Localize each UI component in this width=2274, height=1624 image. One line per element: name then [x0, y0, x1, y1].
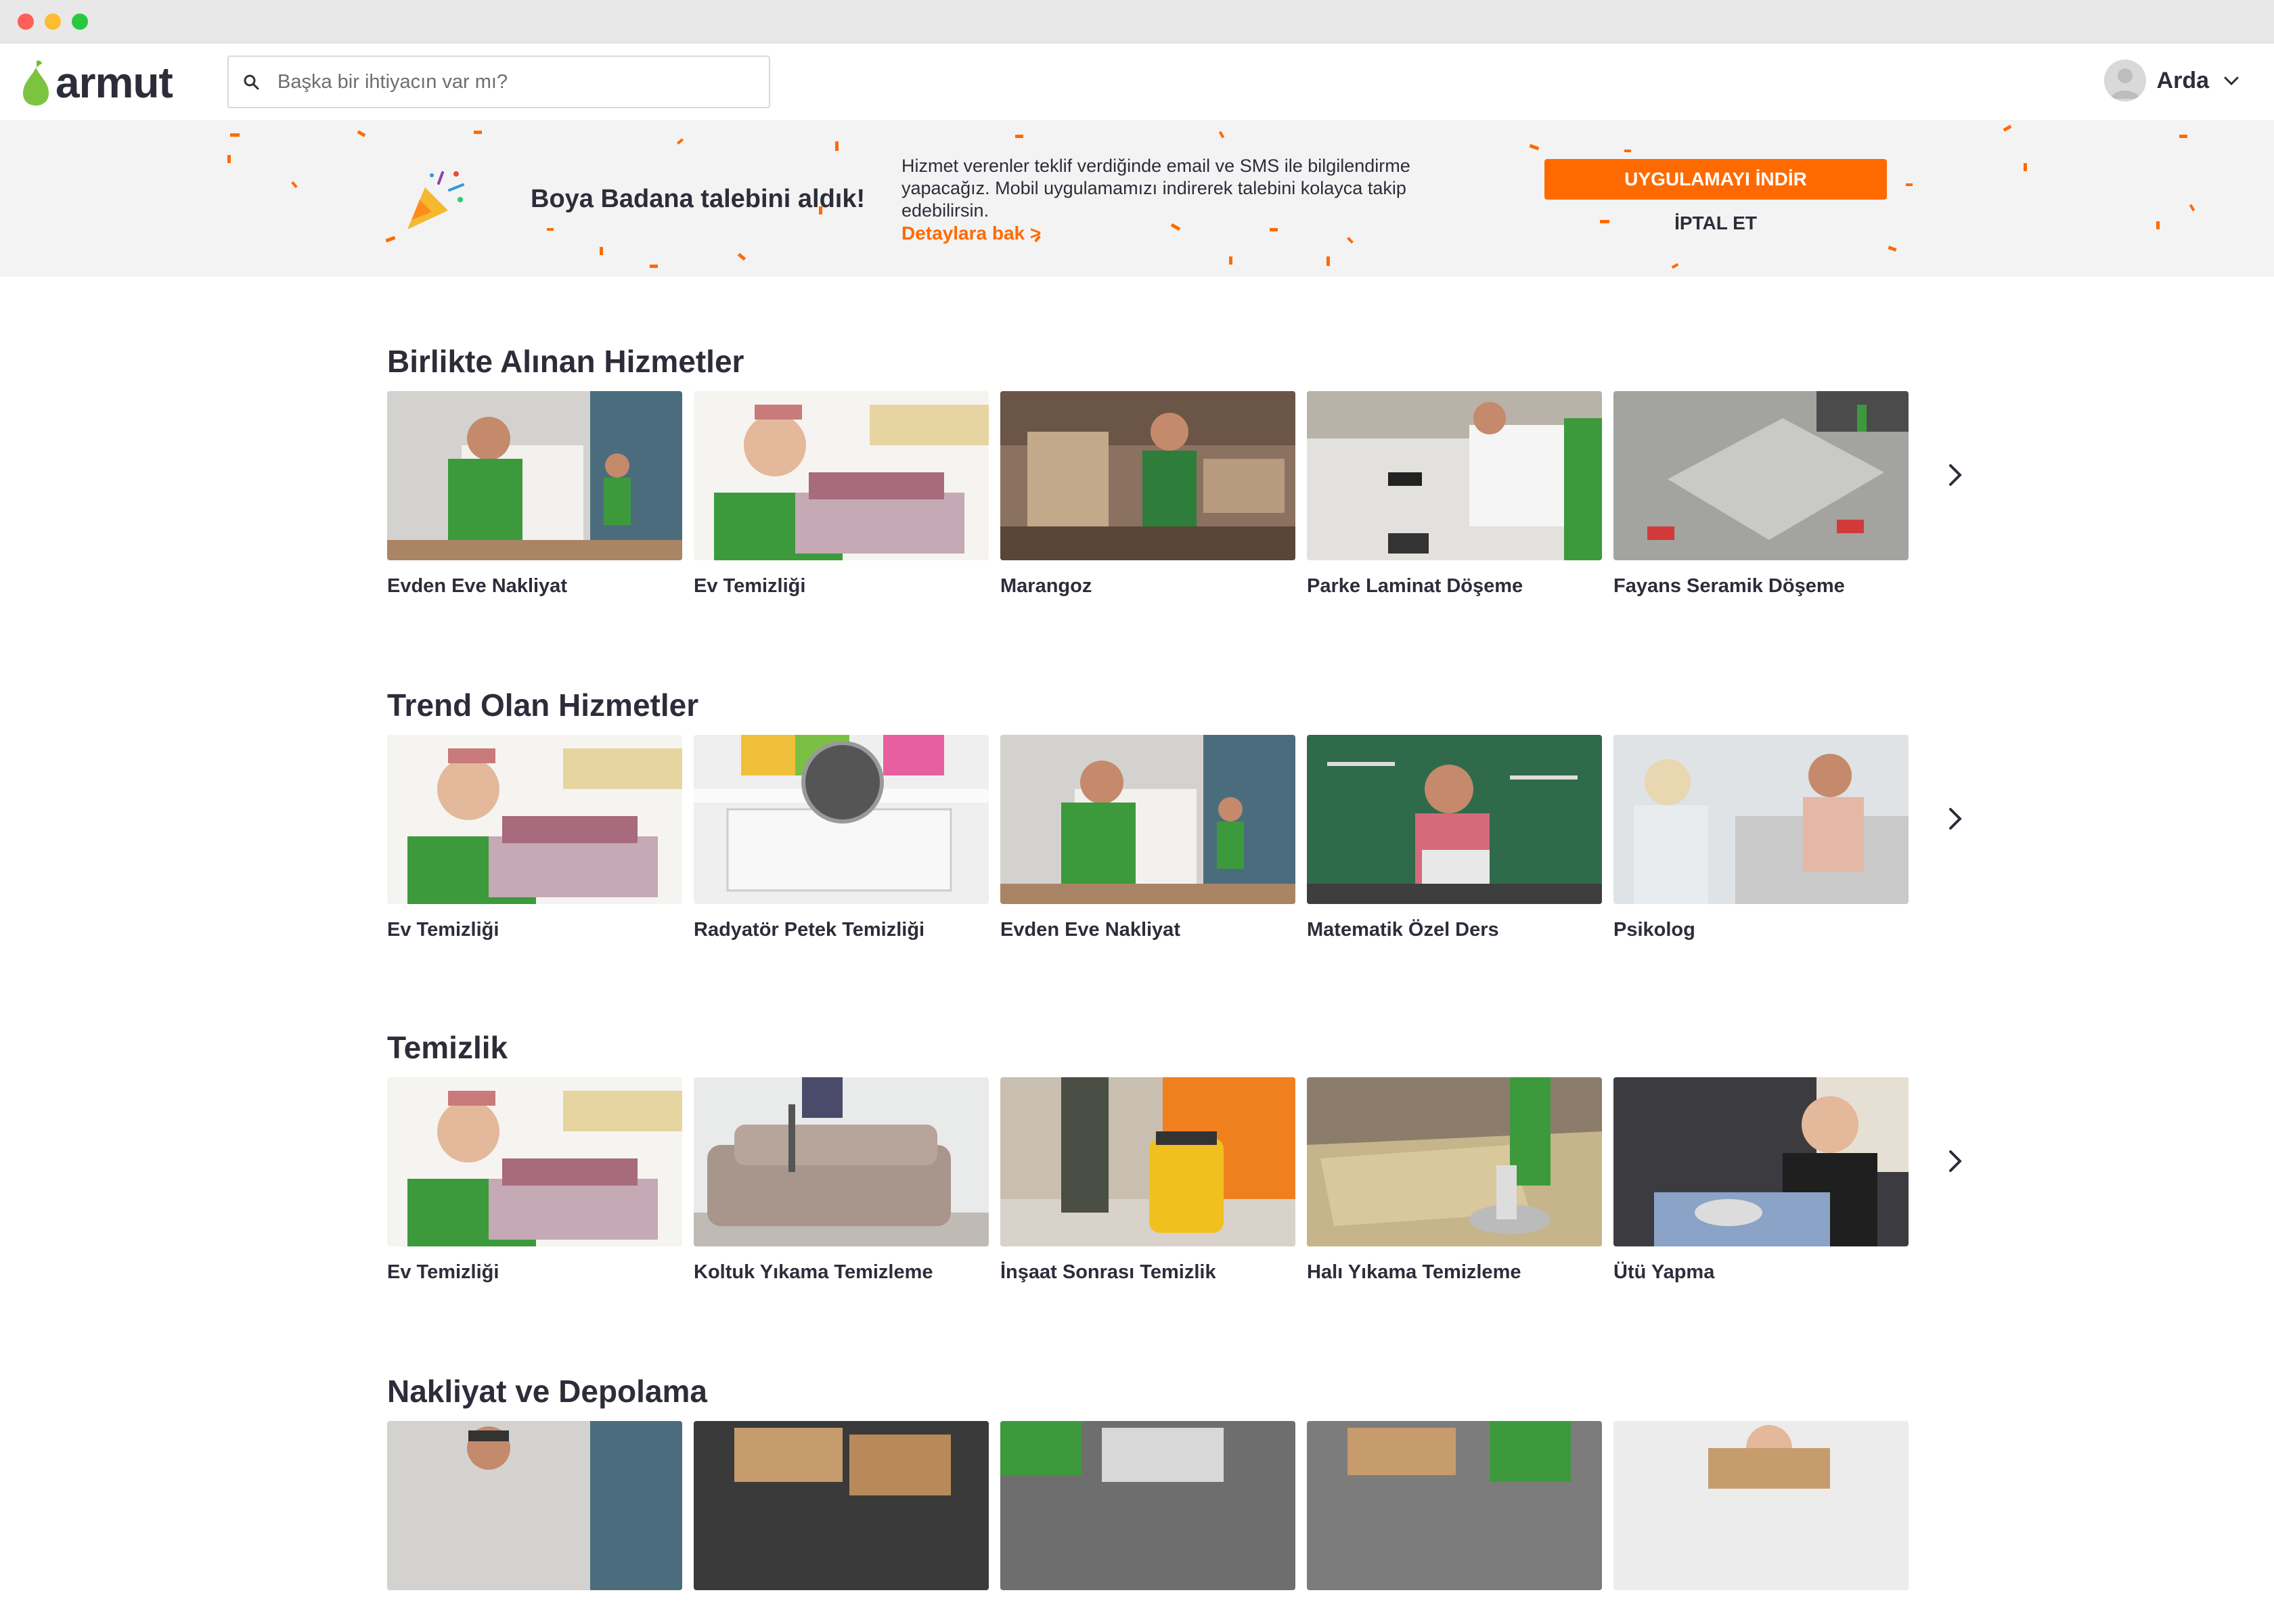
service-card[interactable]: Radyatör Petek Temizliği	[694, 735, 989, 941]
service-label[interactable]: Evden Eve Nakliyat	[387, 575, 682, 597]
service-card[interactable]: Ev Temizliği	[387, 1077, 682, 1284]
section-trend-olan: Trend Olan Hizmetler Ev Temizliği Radyat…	[387, 685, 1962, 941]
service-image[interactable]	[387, 1077, 682, 1246]
service-image[interactable]	[1613, 391, 1909, 560]
service-image[interactable]	[1307, 391, 1602, 560]
section-title: Temizlik	[387, 1030, 508, 1065]
service-image[interactable]	[1307, 1077, 1602, 1246]
search-input[interactable]	[276, 70, 753, 94]
section-title: Trend Olan Hizmetler	[387, 687, 699, 723]
service-card[interactable]	[1307, 1421, 1602, 1590]
service-card[interactable]	[1613, 1421, 1909, 1590]
user-name[interactable]: Arda	[2157, 68, 2209, 94]
service-image[interactable]	[1000, 391, 1295, 560]
service-label[interactable]: Ev Temizliği	[694, 575, 989, 597]
armut-logo[interactable]: armut	[20, 58, 173, 107]
user-avatar-icon	[2103, 60, 2146, 102]
service-label[interactable]: Halı Yıkama Temizleme	[1307, 1261, 1602, 1284]
window-titlebar	[0, 0, 2274, 43]
service-card[interactable]	[694, 1421, 989, 1590]
service-image[interactable]	[1000, 1077, 1295, 1246]
logo-text: armut	[55, 58, 173, 107]
minimize-window-button[interactable]	[45, 13, 61, 30]
service-card[interactable]	[1000, 1421, 1295, 1590]
section-title: Nakliyat ve Depolama	[387, 1374, 708, 1409]
service-card[interactable]: Ütü Yapma	[1613, 1077, 1909, 1284]
pear-icon	[23, 60, 49, 106]
close-window-button[interactable]	[18, 13, 34, 30]
service-card[interactable]: Matematik Özel Ders	[1307, 735, 1602, 941]
service-image[interactable]	[694, 1421, 989, 1590]
chevron-right-icon[interactable]	[1941, 461, 1968, 489]
service-label[interactable]: Marangoz	[1000, 575, 1295, 597]
search-box[interactable]	[227, 55, 770, 108]
service-card[interactable]: İnşaat Sonrası Temizlik	[1000, 1077, 1295, 1284]
banner-description: Hizmet verenler teklif verdiğinde email …	[901, 156, 1410, 221]
top-navbar: armut Arda	[0, 43, 2274, 122]
service-card[interactable]: Fayans Seramik Döşeme	[1613, 391, 1909, 597]
service-image[interactable]	[1613, 1421, 1909, 1590]
service-card[interactable]: Ev Temizliği	[694, 391, 989, 597]
request-received-banner: Boya Badana talebini aldık! Hizmet veren…	[0, 122, 2274, 277]
service-image[interactable]	[1613, 735, 1909, 904]
chevron-down-icon[interactable]	[2223, 72, 2240, 89]
service-image[interactable]	[387, 1421, 682, 1590]
service-image[interactable]	[1000, 735, 1295, 904]
service-card[interactable]: Ev Temizliği	[387, 735, 682, 941]
service-card[interactable]: Marangoz	[1000, 391, 1295, 597]
service-image[interactable]	[387, 391, 682, 560]
service-label[interactable]: Ev Temizliği	[387, 919, 682, 941]
service-label[interactable]: Koltuk Yıkama Temizleme	[694, 1261, 989, 1284]
service-card[interactable]: Evden Eve Nakliyat	[1000, 735, 1295, 941]
search-icon	[244, 74, 259, 90]
service-card[interactable]: Psikolog	[1613, 735, 1909, 941]
chevron-right-icon[interactable]	[1941, 805, 1968, 832]
service-image[interactable]	[387, 735, 682, 904]
party-popper-icon	[407, 171, 464, 229]
section-birlikte-alinan: Birlikte Alınan Hizmetler Evden Eve Nakl…	[387, 341, 1962, 597]
service-card[interactable]	[387, 1421, 682, 1590]
service-label[interactable]: İnşaat Sonrası Temizlik	[1000, 1261, 1295, 1284]
details-link[interactable]: Detaylara bak >	[901, 223, 1041, 244]
service-image[interactable]	[1613, 1077, 1909, 1246]
section-nakliyat-depolama: Nakliyat ve Depolama	[387, 1371, 1957, 1624]
chevron-right-icon[interactable]	[1941, 1148, 1968, 1175]
cancel-button[interactable]: İPTAL ET	[1544, 206, 1887, 240]
maximize-window-button[interactable]	[72, 13, 88, 30]
service-label[interactable]: Evden Eve Nakliyat	[1000, 919, 1295, 941]
service-image[interactable]	[1000, 1421, 1295, 1590]
section-title: Birlikte Alınan Hizmetler	[387, 344, 744, 379]
service-label[interactable]: Matematik Özel Ders	[1307, 919, 1602, 941]
service-label[interactable]: Parke Laminat Döşeme	[1307, 575, 1602, 597]
service-card[interactable]: Halı Yıkama Temizleme	[1307, 1077, 1602, 1284]
service-label[interactable]: Fayans Seramik Döşeme	[1613, 575, 1909, 597]
banner-title: Boya Badana talebini aldık!	[531, 185, 866, 213]
user-menu[interactable]: Arda	[2103, 60, 2240, 102]
service-image[interactable]	[694, 1077, 989, 1246]
service-image[interactable]	[694, 735, 989, 904]
service-card[interactable]: Evden Eve Nakliyat	[387, 391, 682, 597]
service-label[interactable]: Radyatör Petek Temizliği	[694, 919, 989, 941]
download-app-button[interactable]: UYGULAMAYI İNDİR	[1544, 159, 1887, 200]
service-card[interactable]: Koltuk Yıkama Temizleme	[694, 1077, 989, 1284]
service-card[interactable]: Parke Laminat Döşeme	[1307, 391, 1602, 597]
service-image[interactable]	[694, 391, 989, 560]
service-label[interactable]: Psikolog	[1613, 919, 1909, 941]
service-image[interactable]	[1307, 1421, 1602, 1590]
avatar[interactable]	[2103, 60, 2146, 102]
section-temizlik: Temizlik Ev Temizliği Koltuk Yıkama Temi…	[387, 1027, 1962, 1283]
service-label[interactable]: Ev Temizliği	[387, 1261, 682, 1284]
service-label[interactable]: Ütü Yapma	[1613, 1261, 1909, 1284]
service-image[interactable]	[1307, 735, 1602, 904]
